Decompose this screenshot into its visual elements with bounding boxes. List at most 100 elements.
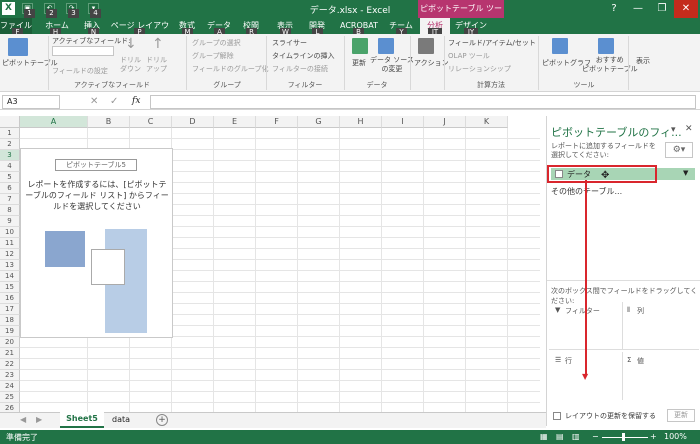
pane-options-icon[interactable]: ▾ bbox=[671, 125, 676, 135]
row-header-21[interactable]: 21 bbox=[0, 348, 20, 359]
slicer-button[interactable]: スライサー bbox=[272, 38, 307, 48]
action-icon[interactable] bbox=[418, 38, 434, 54]
gear-icon[interactable]: ⚙▾ bbox=[665, 142, 693, 158]
column-header-g[interactable]: G bbox=[298, 116, 340, 128]
recommended-pivot-button[interactable]: おすすめ ピボットテーブル bbox=[582, 56, 638, 74]
olap-tools-button[interactable]: OLAP ツール bbox=[448, 51, 490, 61]
formula-input[interactable] bbox=[150, 95, 696, 109]
help-button[interactable]: ? bbox=[602, 0, 626, 18]
drill-up-button[interactable]: ドリル アップ bbox=[146, 56, 167, 74]
pane-close-icon[interactable]: ✕ bbox=[685, 124, 693, 134]
row-header-19[interactable]: 19 bbox=[0, 326, 20, 337]
name-box[interactable]: A3 bbox=[2, 95, 60, 109]
columns-area[interactable]: ⦀ 列 bbox=[623, 302, 699, 350]
zoom-slider[interactable] bbox=[602, 437, 648, 438]
row-header-9[interactable]: 9 bbox=[0, 216, 20, 227]
column-header-f[interactable]: F bbox=[256, 116, 298, 128]
relationships-button[interactable]: リレーションシップ bbox=[448, 64, 511, 74]
column-header-i[interactable]: I bbox=[382, 116, 424, 128]
enter-icon[interactable]: ✓ bbox=[110, 96, 118, 107]
row-header-3[interactable]: 3 bbox=[0, 150, 20, 161]
column-header-k[interactable]: K bbox=[466, 116, 508, 128]
pivot-table-icon[interactable] bbox=[8, 38, 28, 56]
column-header-h[interactable]: H bbox=[340, 116, 382, 128]
column-header-c[interactable]: C bbox=[130, 116, 172, 128]
next-sheet-icon[interactable]: ▶ bbox=[36, 415, 42, 424]
row-header-20[interactable]: 20 bbox=[0, 337, 20, 348]
zoom-in-icon[interactable]: + bbox=[650, 432, 657, 441]
row-header-17[interactable]: 17 bbox=[0, 304, 20, 315]
filter-connections-button[interactable]: フィルターの接続 bbox=[272, 64, 328, 74]
row-header-12[interactable]: 12 bbox=[0, 249, 20, 260]
zoom-out-icon[interactable]: − bbox=[592, 432, 599, 441]
row-header-15[interactable]: 15 bbox=[0, 282, 20, 293]
change-source-icon[interactable] bbox=[378, 38, 394, 54]
defer-label: レイアウトの更新を保留する bbox=[565, 412, 656, 420]
drill-down-button[interactable]: ドリル ダウン bbox=[120, 56, 141, 74]
pane-subtitle: レポートに追加するフィールドを選択してください: bbox=[551, 142, 656, 159]
defer-checkbox[interactable] bbox=[553, 412, 561, 420]
row-header-16[interactable]: 16 bbox=[0, 293, 20, 304]
normal-view-icon[interactable]: ▦ bbox=[540, 432, 548, 441]
field-dropdown-icon[interactable]: ▼ bbox=[683, 169, 688, 177]
row-header-18[interactable]: 18 bbox=[0, 315, 20, 326]
column-header-a[interactable]: A bbox=[20, 116, 88, 128]
update-button[interactable]: 更新 bbox=[667, 409, 695, 422]
page-layout-view-icon[interactable]: ▤ bbox=[556, 432, 564, 441]
select-all-corner[interactable] bbox=[0, 116, 20, 128]
values-area[interactable]: Σ 値 bbox=[623, 352, 699, 400]
column-header-d[interactable]: D bbox=[172, 116, 214, 128]
row-header-26[interactable]: 26 bbox=[0, 403, 20, 412]
row-header-7[interactable]: 7 bbox=[0, 194, 20, 205]
restore-button[interactable]: ❐ bbox=[650, 0, 674, 18]
page-break-view-icon[interactable]: ▥ bbox=[572, 432, 580, 441]
row-header-4[interactable]: 4 bbox=[0, 161, 20, 172]
change-source-button[interactable]: データ ソース の変更 bbox=[370, 56, 414, 74]
timeline-button[interactable]: タイムラインの挿入 bbox=[272, 51, 335, 61]
row-header-5[interactable]: 5 bbox=[0, 172, 20, 183]
show-button[interactable]: 表示 bbox=[636, 56, 650, 66]
zoom-slider-thumb[interactable] bbox=[622, 433, 625, 441]
ungroup-button[interactable]: グループ解除 bbox=[192, 51, 234, 61]
pivot-chart-icon[interactable] bbox=[552, 38, 568, 54]
active-field-input[interactable] bbox=[52, 46, 114, 56]
row-header-23[interactable]: 23 bbox=[0, 370, 20, 381]
zoom-level[interactable]: 100% bbox=[664, 432, 687, 441]
fx-icon[interactable]: fx bbox=[132, 96, 140, 106]
drag-arrow-head-icon: ▼ bbox=[582, 372, 589, 381]
field-settings-button[interactable]: フィールドの設定 bbox=[52, 66, 108, 76]
row-header-22[interactable]: 22 bbox=[0, 359, 20, 370]
row-header-10[interactable]: 10 bbox=[0, 227, 20, 238]
row-header-24[interactable]: 24 bbox=[0, 381, 20, 392]
close-button[interactable]: ✕ bbox=[674, 0, 698, 18]
column-header-j[interactable]: J bbox=[424, 116, 466, 128]
row-header-1[interactable]: 1 bbox=[0, 128, 20, 139]
drill-down-icon[interactable]: ↓ bbox=[125, 36, 137, 52]
row-header-25[interactable]: 25 bbox=[0, 392, 20, 403]
cancel-icon[interactable]: ✕ bbox=[90, 96, 98, 107]
group-field-button[interactable]: フィールドのグループ化 bbox=[192, 64, 268, 74]
group-label-active-field: アクティブなフィールド bbox=[73, 81, 151, 89]
worksheet-grid[interactable]: ABCDEFGHIJK 1 2 3 4 5 6 7 8 9 10 11 12 13 14 15 16 17 18 1… bbox=[0, 116, 540, 412]
add-sheet-button[interactable]: + bbox=[156, 414, 168, 426]
pivot-placeholder[interactable]: ピボットテーブル5 レポートを作成するには、[ピボットテーブルのフィールド リス… bbox=[20, 148, 173, 338]
refresh-icon[interactable] bbox=[352, 38, 368, 54]
row-header-6[interactable]: 6 bbox=[0, 183, 20, 194]
prev-sheet-icon[interactable]: ◀ bbox=[20, 415, 26, 424]
tab-data-sheet[interactable]: data bbox=[106, 412, 136, 428]
row-header-14[interactable]: 14 bbox=[0, 271, 20, 282]
row-header-13[interactable]: 13 bbox=[0, 260, 20, 271]
fields-items-sets-button[interactable]: フィールド/アイテム/セット bbox=[448, 38, 536, 48]
refresh-button[interactable]: 更新 bbox=[352, 58, 366, 68]
row-header-11[interactable]: 11 bbox=[0, 238, 20, 249]
drill-up-icon[interactable]: ↑ bbox=[152, 36, 164, 52]
column-header-e[interactable]: E bbox=[214, 116, 256, 128]
recommended-pivot-icon[interactable] bbox=[598, 38, 614, 54]
group-selection-button[interactable]: グループの選択 bbox=[192, 38, 241, 48]
row-header-2[interactable]: 2 bbox=[0, 139, 20, 150]
minimize-button[interactable]: — bbox=[626, 0, 650, 18]
row-header-8[interactable]: 8 bbox=[0, 205, 20, 216]
tab-sheet5[interactable]: Sheet5 bbox=[60, 412, 104, 428]
column-header-b[interactable]: B bbox=[88, 116, 130, 128]
pivot-table-button[interactable]: ピボットテーブル bbox=[2, 58, 58, 68]
